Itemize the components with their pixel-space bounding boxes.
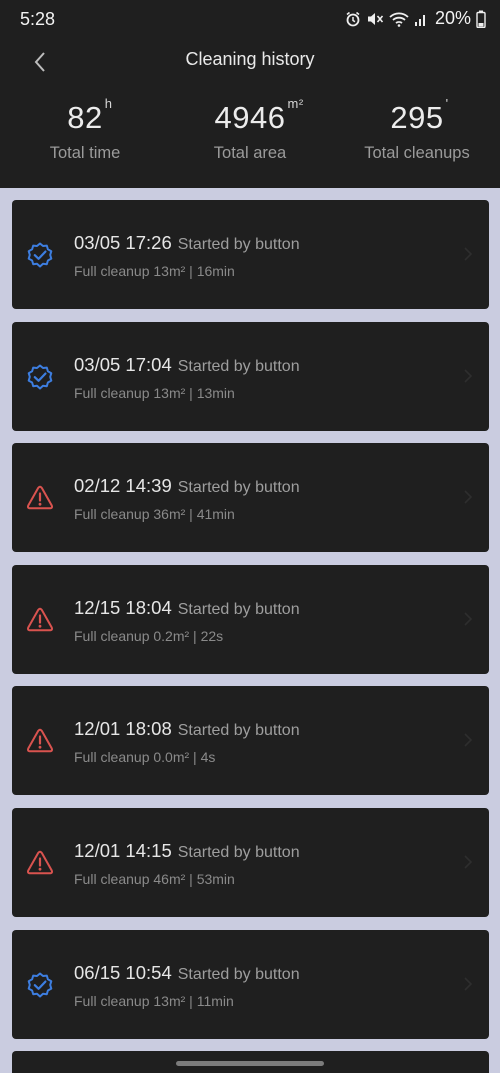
check-circle-icon	[26, 241, 54, 269]
stats-summary: 82 h Total time 4946 m² Total area 295 ' To…	[0, 96, 500, 180]
stat-total-time: 82 h Total time	[0, 96, 170, 163]
record-datetime: 02/12 14:39	[74, 475, 172, 496]
record-title: 03/05 17:04 Started by button	[74, 354, 300, 376]
status-time: 5:28	[20, 9, 56, 29]
warning-triangle-icon	[26, 727, 54, 755]
history-record[interactable]: 03/05 17:04 Started by button Full cleanu…	[12, 322, 489, 431]
stat-label: Total cleanups	[364, 144, 470, 162]
history-record[interactable]: 02/12 14:39 Started by button Full cleanu…	[12, 443, 489, 552]
record-datetime: 12/15 18:04	[74, 597, 172, 618]
record-title: 12/15 18:04 Started by button	[74, 597, 300, 619]
stat-total-area: 4946 m² Total area	[165, 96, 335, 163]
record-datetime: 12/01 18:08	[74, 718, 172, 739]
status-icons: 20%	[345, 8, 486, 29]
stat-total-cleanups: 295 ' Total cleanups	[332, 96, 500, 163]
record-summary: Full cleanup 36m² | 41min	[74, 506, 235, 522]
chevron-right-icon	[464, 369, 473, 383]
stat-label: Total time	[49, 144, 121, 162]
record-summary: Full cleanup 0.2m² | 22s	[74, 628, 224, 644]
record-summary: Full cleanup 46m² | 53min	[74, 871, 235, 887]
record-datetime: 03/05 17:04	[74, 354, 172, 375]
page-title: Cleaning history	[185, 49, 315, 69]
record-summary: Full cleanup 0.0m² | 4s	[74, 749, 216, 765]
record-trigger: Started by button	[177, 844, 300, 861]
chevron-right-icon	[464, 612, 473, 626]
app-header: Cleaning history	[0, 40, 500, 80]
wifi-icon	[389, 11, 409, 27]
alarm-icon	[345, 11, 361, 27]
check-circle-icon	[26, 971, 54, 999]
record-trigger: Started by button	[177, 601, 300, 618]
warning-triangle-icon	[26, 484, 54, 512]
record-summary: Full cleanup 13m² | 13min	[74, 385, 235, 401]
record-datetime: 12/01 14:15	[74, 840, 172, 861]
cleaning-history-screen: 5:28 20% Cleaning history 82 h Total tim…	[0, 0, 500, 1073]
stat-label: Total area	[213, 144, 287, 162]
record-summary: Full cleanup 13m² | 11min	[74, 993, 234, 1009]
warning-triangle-icon	[26, 849, 54, 877]
chevron-right-icon	[464, 247, 473, 261]
record-trigger: Started by button	[177, 966, 300, 983]
chevron-right-icon	[464, 733, 473, 747]
stat-unit: h	[104, 96, 113, 111]
history-record[interactable]: 06/15 10:54 Started by button Full cleanu…	[12, 930, 489, 1039]
record-trigger: Started by button	[177, 236, 300, 253]
warning-triangle-icon	[26, 606, 54, 634]
history-record[interactable]: 12/01 18:08 Started by button Full cleanu…	[12, 686, 489, 795]
record-datetime: 03/05 17:26	[74, 232, 172, 253]
battery-icon	[476, 10, 486, 28]
top-panel: 5:28 20% Cleaning history 82 h Total tim…	[0, 0, 500, 188]
record-datetime: 06/15 10:54	[74, 962, 172, 983]
stat-unit: m²	[287, 96, 304, 111]
record-trigger: Started by button	[177, 722, 300, 739]
record-title: 12/01 14:15 Started by button	[74, 840, 300, 862]
record-title: 02/12 14:39 Started by button	[74, 475, 300, 497]
chevron-right-icon	[464, 855, 473, 869]
chevron-right-icon	[464, 977, 473, 991]
chevron-right-icon	[464, 490, 473, 504]
history-record[interactable]: 12/01 14:15 Started by button Full cleanu…	[12, 808, 489, 917]
check-circle-icon	[26, 363, 54, 391]
record-title: 12/01 18:08 Started by button	[74, 718, 300, 740]
record-summary: Full cleanup 13m² | 16min	[74, 263, 235, 279]
stat-value: 295 '	[390, 96, 448, 136]
record-trigger: Started by button	[177, 479, 300, 496]
record-trigger: Started by button	[177, 358, 300, 375]
signal-icon	[414, 11, 428, 27]
gesture-nav-handle[interactable]	[176, 1061, 324, 1066]
mute-icon	[366, 11, 384, 27]
stat-unit: '	[445, 96, 449, 111]
stat-number: 4946	[214, 100, 286, 135]
record-title: 03/05 17:26 Started by button	[74, 232, 300, 254]
stat-number: 82	[67, 100, 103, 135]
history-record[interactable]: 12/15 18:04 Started by button Full cleanu…	[12, 565, 489, 674]
battery-percent: 20%	[434, 8, 471, 28]
stat-number: 295	[390, 100, 444, 135]
history-record[interactable]: 03/05 17:26 Started by button Full cleanu…	[12, 200, 489, 309]
status-bar: 5:28 20%	[0, 0, 500, 38]
stat-value: 4946 m²	[214, 96, 304, 136]
stat-value: 82 h	[67, 96, 112, 136]
record-title: 06/15 10:54 Started by button	[74, 962, 300, 984]
